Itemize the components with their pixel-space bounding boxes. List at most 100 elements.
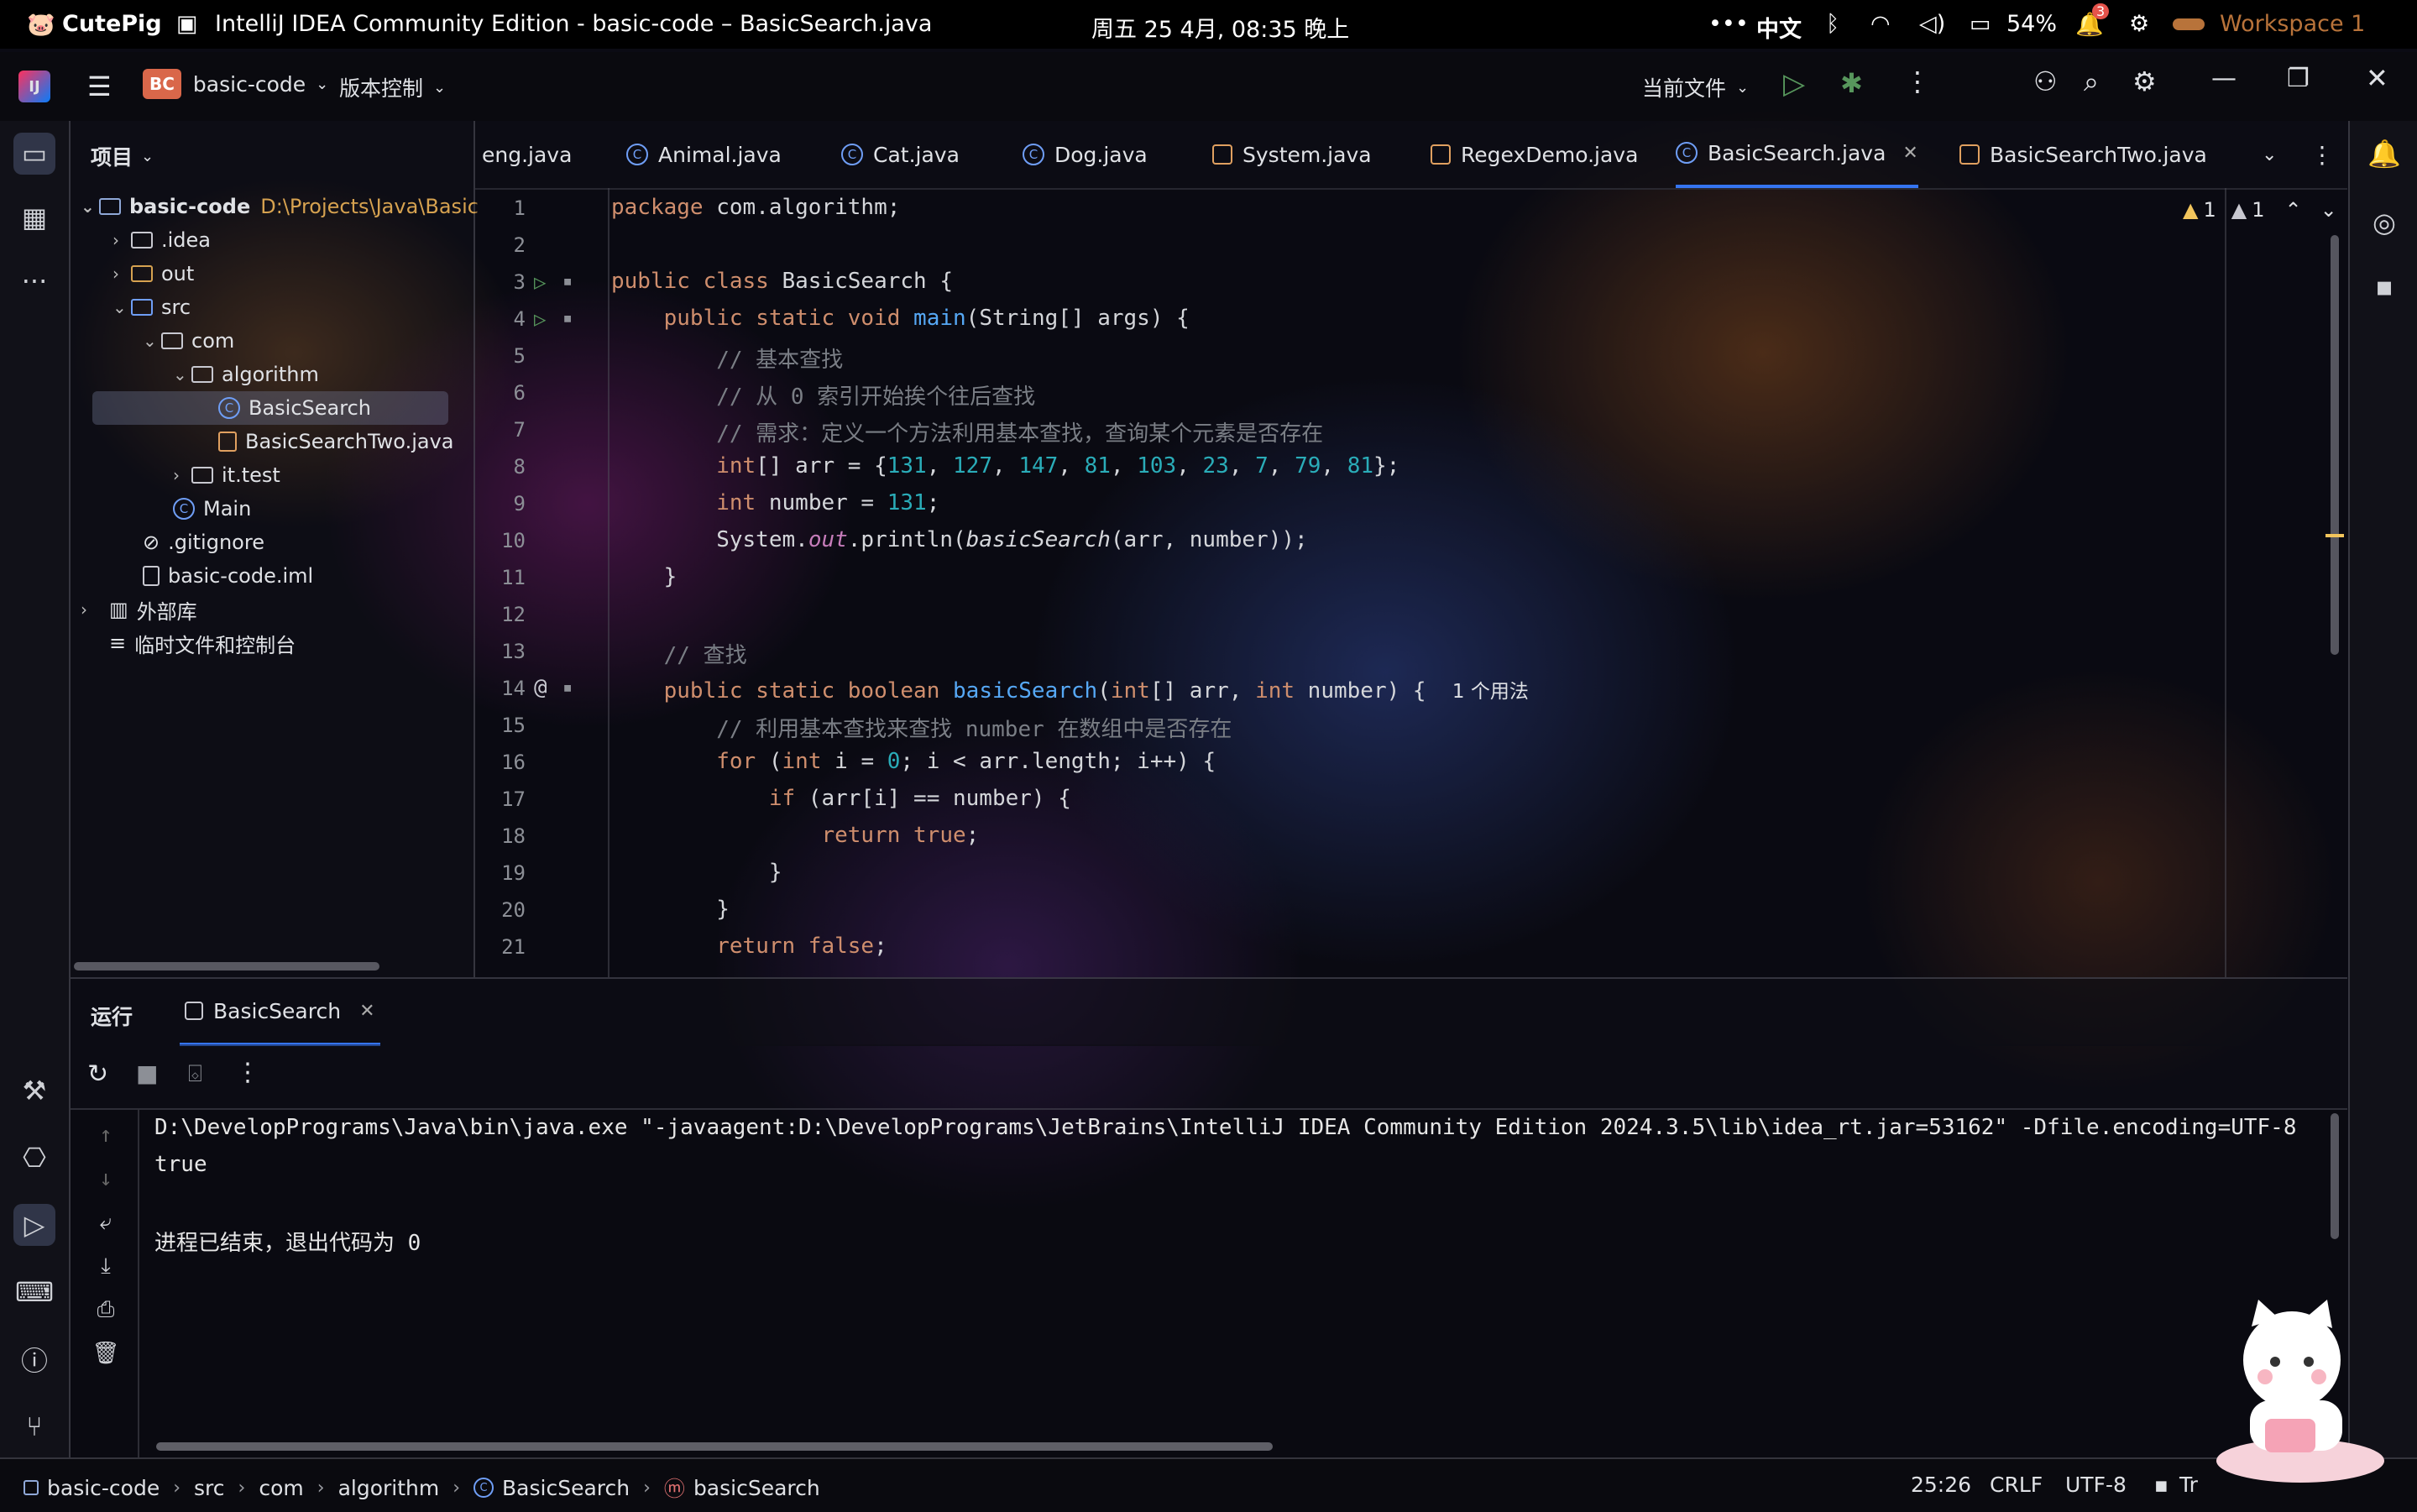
run-tool-icon[interactable]: ▷ [13,1204,55,1246]
more-actions-icon[interactable]: ⋮ [235,1058,260,1087]
ai-assistant-icon[interactable]: ◎ [2363,201,2405,243]
tree-item-basicsearch[interactable]: C BasicSearch [92,391,448,425]
search-icon[interactable]: ⌕ [2084,65,2099,98]
scroll-to-end-icon[interactable]: ⤓ [89,1249,123,1283]
folder-icon[interactable]: ▭ [13,133,55,175]
scroll-up-icon[interactable]: ↑ [89,1118,123,1152]
tree-item-src[interactable]: ⌄ src [112,290,191,324]
trash-icon[interactable]: 🗑 [89,1337,123,1370]
tree-item-ittest[interactable]: › it.test [173,458,280,492]
bluetooth-icon[interactable]: ᛒ [1826,11,1839,37]
problems-icon[interactable]: ⓘ [13,1338,55,1380]
main-menu-icon[interactable]: ☰ [87,71,112,102]
workspace-label[interactable]: Workspace 1 [2220,11,2365,37]
tree-item-out[interactable]: › out [112,257,194,290]
chevron-up-icon[interactable]: ⌃ [2285,198,2302,222]
tree-item-root[interactable]: ⌄ basic-code D:\Projects\Java\Basic [81,190,479,223]
terminal-icon[interactable]: ⌨ [13,1271,55,1313]
project-selector[interactable]: BC basic-code ⌄ [143,69,328,99]
file-encoding[interactable]: UTF-8 [2065,1473,2127,1497]
tree-item-idea[interactable]: › .idea [112,223,211,257]
warning-stripe-marker[interactable] [2325,534,2344,537]
tree-item-basicsearchtwo[interactable]: BasicSearchTwo.java [218,425,453,458]
inspection-widget[interactable]: ▲ 1 ▲ 1 ⌃ ⌄ [2183,198,2337,222]
settings-toggle-icon[interactable]: ⚙ [2129,11,2149,37]
horizontal-scrollbar[interactable] [74,962,379,971]
minimize-icon[interactable]: — [2211,64,2237,93]
breadcrumb-item[interactable]: basicSearch [693,1476,820,1500]
tree-item-main[interactable]: C Main [173,492,251,526]
tab-more-icon[interactable]: ⋮ [2310,121,2334,188]
console-output[interactable]: ↑ ↓ ⤶ ⤓ ⎙ 🗑 D:\DevelopPrograms\Java\bin\… [71,1110,2347,1457]
breadcrumb-item[interactable]: BasicSearch [502,1476,630,1500]
git-icon[interactable]: ⑂ [13,1405,55,1447]
breadcrumb-item[interactable]: basic-code [47,1476,160,1500]
more-tools-icon[interactable]: ··· [13,260,55,302]
bookmark-gutter-icon[interactable]: ▪ [562,677,573,697]
run-config-selector[interactable]: 当前文件 ⌄ [1642,72,1749,102]
tree-item-algorithm[interactable]: ⌄ algorithm [173,358,319,391]
structure-icon[interactable]: ▦ [13,196,55,238]
tab-basicsearchtwo[interactable]: BasicSearchTwo.java [1959,121,2207,188]
restore-icon[interactable]: ❐ [2287,64,2310,93]
services-icon[interactable]: ⎔ [13,1137,55,1179]
run-gutter-icon[interactable]: ▷ [534,270,546,294]
intellij-logo-icon[interactable]: IJ [18,71,50,102]
tab-list-chevron-icon[interactable]: ⌄ [2262,121,2277,188]
close-tab-icon[interactable]: ✕ [1902,143,1917,164]
tree-item-gitignore[interactable]: ⊘ .gitignore [143,526,264,559]
notifications-icon[interactable]: 🔔 [2363,133,2405,175]
bookmark-gutter-icon[interactable]: ▪ [562,270,573,290]
close-icon[interactable]: ✕ [2366,62,2388,94]
breadcrumb-item[interactable]: src [194,1476,225,1500]
wifi-icon[interactable]: ◠ [1870,11,1891,37]
run-icon[interactable]: ▷ [1783,67,1805,101]
usage-gutter-icon[interactable]: @ [534,675,547,700]
print-icon[interactable]: ⎙ [89,1293,123,1326]
chevron-down-icon[interactable]: ⌄ [2320,198,2337,222]
more-icon[interactable]: ••• [1708,11,1749,37]
add-user-icon[interactable]: ⚇ [2033,65,2058,97]
tab-cat[interactable]: C Cat.java [841,121,960,188]
volume-icon[interactable]: ◁) [1919,11,1945,37]
tab-basicsearch-active[interactable]: C BasicSearch.java ✕ [1676,121,1918,188]
build-hammer-icon[interactable]: ⚒ [13,1070,55,1112]
breadcrumb-item[interactable]: algorithm [338,1476,440,1500]
database-icon[interactable]: ▪ [2363,265,2405,307]
tab-system[interactable]: System.java [1212,121,1372,188]
run-gutter-icon[interactable]: ▷ [534,307,546,331]
usage-hint[interactable]: 1 个用法 [1452,681,1529,703]
vcs-menu[interactable]: 版本控制 ⌄ [339,72,446,102]
project-panel-header[interactable]: 项目 ⌄ [91,141,154,171]
scroll-down-icon[interactable]: ↓ [89,1162,123,1195]
tab-animal[interactable]: C Animal.java [626,121,782,188]
app-name[interactable]: CutePig [62,11,162,37]
console-horizontal-scrollbar[interactable] [156,1442,1273,1451]
camera-icon[interactable]: ⌺ [188,1059,202,1088]
tree-item-scratches[interactable]: ≡ 临时文件和控制台 [109,626,296,660]
tab-eng[interactable]: eng.java [482,121,572,188]
tree-item-iml[interactable]: basic-code.iml [143,559,313,593]
tree-item-external-libs[interactable]: › ▥ 外部库 [81,593,197,626]
tab-dog[interactable]: C Dog.java [1023,121,1148,188]
stop-icon[interactable]: ■ [136,1059,158,1087]
line-ending[interactable]: CRLF [1990,1473,2043,1497]
caret-position[interactable]: 25:26 [1911,1473,1971,1497]
status-extra[interactable]: Tr [2179,1473,2198,1497]
tab-regexdemo[interactable]: RegexDemo.java [1431,121,1638,188]
tree-item-com[interactable]: ⌄ com [143,324,234,358]
input-method[interactable]: 中文 [1756,11,1802,44]
debug-icon[interactable]: ✱ [1840,67,1863,99]
breadcrumb-item[interactable]: com [259,1476,303,1500]
close-tab-icon[interactable]: ✕ [359,1001,374,1022]
more-actions-icon[interactable]: ⋮ [1904,65,1931,97]
soft-wrap-icon[interactable]: ⤶ [89,1206,123,1239]
run-tab-basicsearch[interactable]: BasicSearch ✕ [180,979,380,1046]
vertical-scrollbar[interactable] [2331,235,2339,655]
console-vertical-scrollbar[interactable] [2331,1113,2339,1239]
datetime[interactable]: 周五 25 4月, 08:35 晚上 [1091,11,1349,44]
settings-icon[interactable]: ⚙ [2132,65,2157,97]
rerun-icon[interactable]: ↻ [87,1059,108,1089]
bookmark-gutter-icon[interactable]: ▪ [562,307,573,327]
code-editor[interactable]: 1 2 3 4 5 6 7 8 9 10 11 12 13 14 15 16 1… [475,188,2347,977]
